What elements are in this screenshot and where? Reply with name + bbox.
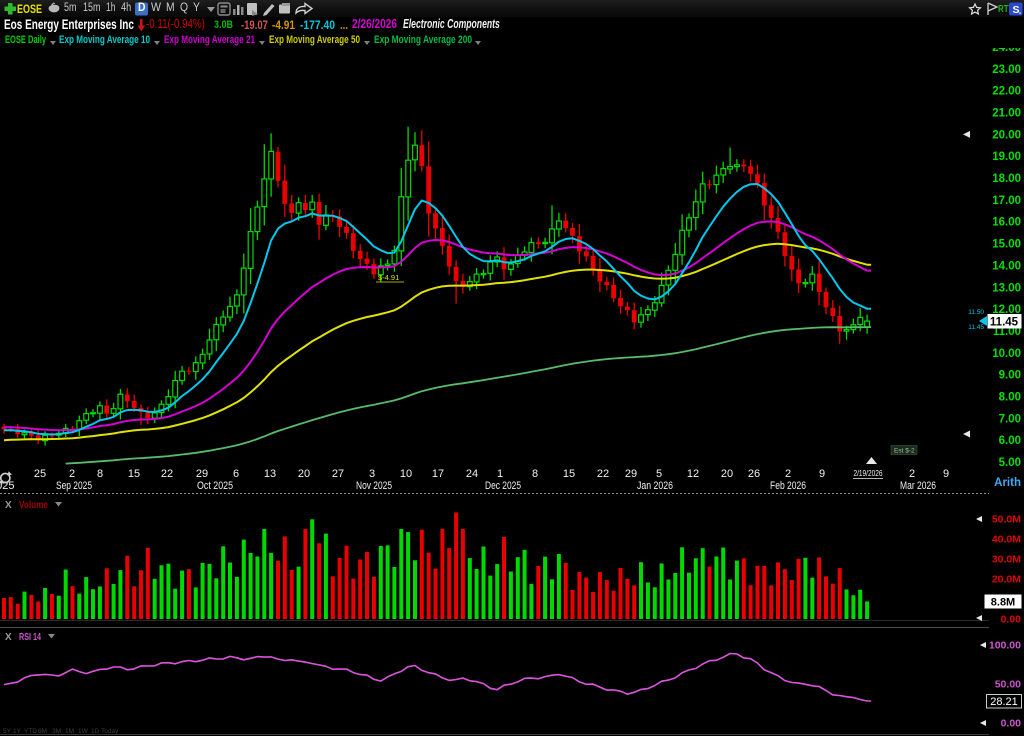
svg-text:2: 2 bbox=[909, 468, 915, 480]
svg-text:8.8M: 8.8M bbox=[991, 597, 1015, 609]
svg-text:17: 17 bbox=[432, 468, 444, 480]
svg-text:100.00: 100.00 bbox=[989, 640, 1021, 652]
svg-text:20: 20 bbox=[298, 468, 310, 480]
svg-text:1Y: 1Y bbox=[13, 728, 22, 735]
svg-text:8: 8 bbox=[532, 468, 538, 480]
svg-text:9: 9 bbox=[943, 468, 949, 480]
svg-text:3M: 3M bbox=[52, 728, 61, 735]
svg-text:22: 22 bbox=[161, 468, 173, 480]
svg-text:24: 24 bbox=[466, 468, 478, 480]
svg-text:$-4.91: $-4.91 bbox=[378, 273, 399, 282]
svg-text:10.00: 10.00 bbox=[992, 348, 1021, 360]
svg-text:14.00: 14.00 bbox=[992, 260, 1021, 272]
svg-text:RSI 14: RSI 14 bbox=[19, 632, 41, 643]
svg-text:40.0M: 40.0M bbox=[992, 534, 1021, 546]
svg-text:15: 15 bbox=[563, 468, 575, 480]
svg-text:2: 2 bbox=[785, 468, 791, 480]
svg-text:Jan 2026: Jan 2026 bbox=[637, 480, 673, 492]
svg-text:11.45: 11.45 bbox=[990, 317, 1019, 329]
svg-text:X: X bbox=[5, 500, 12, 511]
svg-text:28.21: 28.21 bbox=[990, 696, 1018, 708]
svg-text:15.00: 15.00 bbox=[992, 239, 1021, 251]
svg-text:22.00: 22.00 bbox=[992, 86, 1021, 98]
svg-text:3: 3 bbox=[369, 468, 375, 480]
svg-text:50.0M: 50.0M bbox=[992, 514, 1021, 526]
svg-text:50.00: 50.00 bbox=[995, 679, 1021, 691]
svg-text:23.00: 23.00 bbox=[992, 64, 1021, 76]
svg-text:Mar 2026: Mar 2026 bbox=[900, 480, 936, 492]
svg-text:0.00: 0.00 bbox=[1001, 614, 1022, 626]
svg-text:12: 12 bbox=[687, 468, 699, 480]
svg-text:20.0M: 20.0M bbox=[992, 574, 1021, 586]
svg-text:1D: 1D bbox=[91, 728, 100, 735]
svg-text:Today: Today bbox=[101, 728, 119, 735]
svg-text:29: 29 bbox=[196, 468, 208, 480]
svg-text:29: 29 bbox=[625, 468, 637, 480]
svg-text:20: 20 bbox=[721, 468, 733, 480]
svg-text:8.00: 8.00 bbox=[999, 392, 1021, 404]
svg-text:Est $-2: Est $-2 bbox=[894, 448, 915, 455]
svg-text:1M: 1M bbox=[65, 728, 74, 735]
svg-text:10: 10 bbox=[400, 468, 412, 480]
svg-text:0.00: 0.00 bbox=[1001, 718, 1022, 730]
svg-text:5: 5 bbox=[656, 468, 662, 480]
svg-text:27: 27 bbox=[332, 468, 344, 480]
svg-text:9.00: 9.00 bbox=[999, 370, 1021, 382]
svg-text:1W: 1W bbox=[78, 728, 89, 735]
svg-text:13: 13 bbox=[264, 468, 276, 480]
svg-text:11.45: 11.45 bbox=[968, 324, 984, 331]
svg-text:25: 25 bbox=[34, 468, 46, 480]
svg-text:5Y: 5Y bbox=[3, 728, 12, 735]
svg-text:X: X bbox=[5, 632, 12, 643]
svg-text:Arith: Arith bbox=[994, 477, 1021, 489]
svg-text:15: 15 bbox=[128, 468, 140, 480]
svg-text:Sep 2025: Sep 2025 bbox=[56, 480, 92, 492]
svg-text:YTD: YTD bbox=[24, 728, 37, 735]
svg-text:26: 26 bbox=[748, 468, 760, 480]
svg-text:17.00: 17.00 bbox=[992, 195, 1021, 207]
svg-text:16.00: 16.00 bbox=[992, 217, 1021, 229]
svg-text:6: 6 bbox=[233, 468, 239, 480]
svg-text:13.00: 13.00 bbox=[992, 282, 1021, 294]
svg-text:30.0M: 30.0M bbox=[992, 554, 1021, 566]
svg-text:18.00: 18.00 bbox=[992, 173, 1021, 185]
svg-text:6.00: 6.00 bbox=[999, 435, 1021, 447]
svg-text:22: 22 bbox=[597, 468, 609, 480]
svg-text:1: 1 bbox=[497, 468, 503, 480]
svg-text:6M: 6M bbox=[38, 728, 47, 735]
svg-text:9: 9 bbox=[819, 468, 825, 480]
svg-text:20.00: 20.00 bbox=[992, 129, 1021, 141]
svg-text:21.00: 21.00 bbox=[992, 108, 1021, 120]
svg-text:7.00: 7.00 bbox=[999, 413, 1021, 425]
svg-text:19.00: 19.00 bbox=[992, 151, 1021, 163]
svg-text:2/19/2026: 2/19/2026 bbox=[854, 468, 883, 478]
svg-text:Volume: Volume bbox=[19, 500, 48, 511]
svg-text:11.50: 11.50 bbox=[968, 309, 984, 316]
svg-text:2: 2 bbox=[69, 468, 75, 480]
svg-text:5.00: 5.00 bbox=[999, 457, 1021, 469]
svg-text:Feb 2026: Feb 2026 bbox=[770, 480, 806, 492]
svg-text:Oct 2025: Oct 2025 bbox=[197, 480, 233, 492]
svg-text:Dec 2025: Dec 2025 bbox=[485, 480, 521, 492]
svg-text:Nov 2025: Nov 2025 bbox=[356, 480, 392, 492]
svg-text:8: 8 bbox=[97, 468, 103, 480]
